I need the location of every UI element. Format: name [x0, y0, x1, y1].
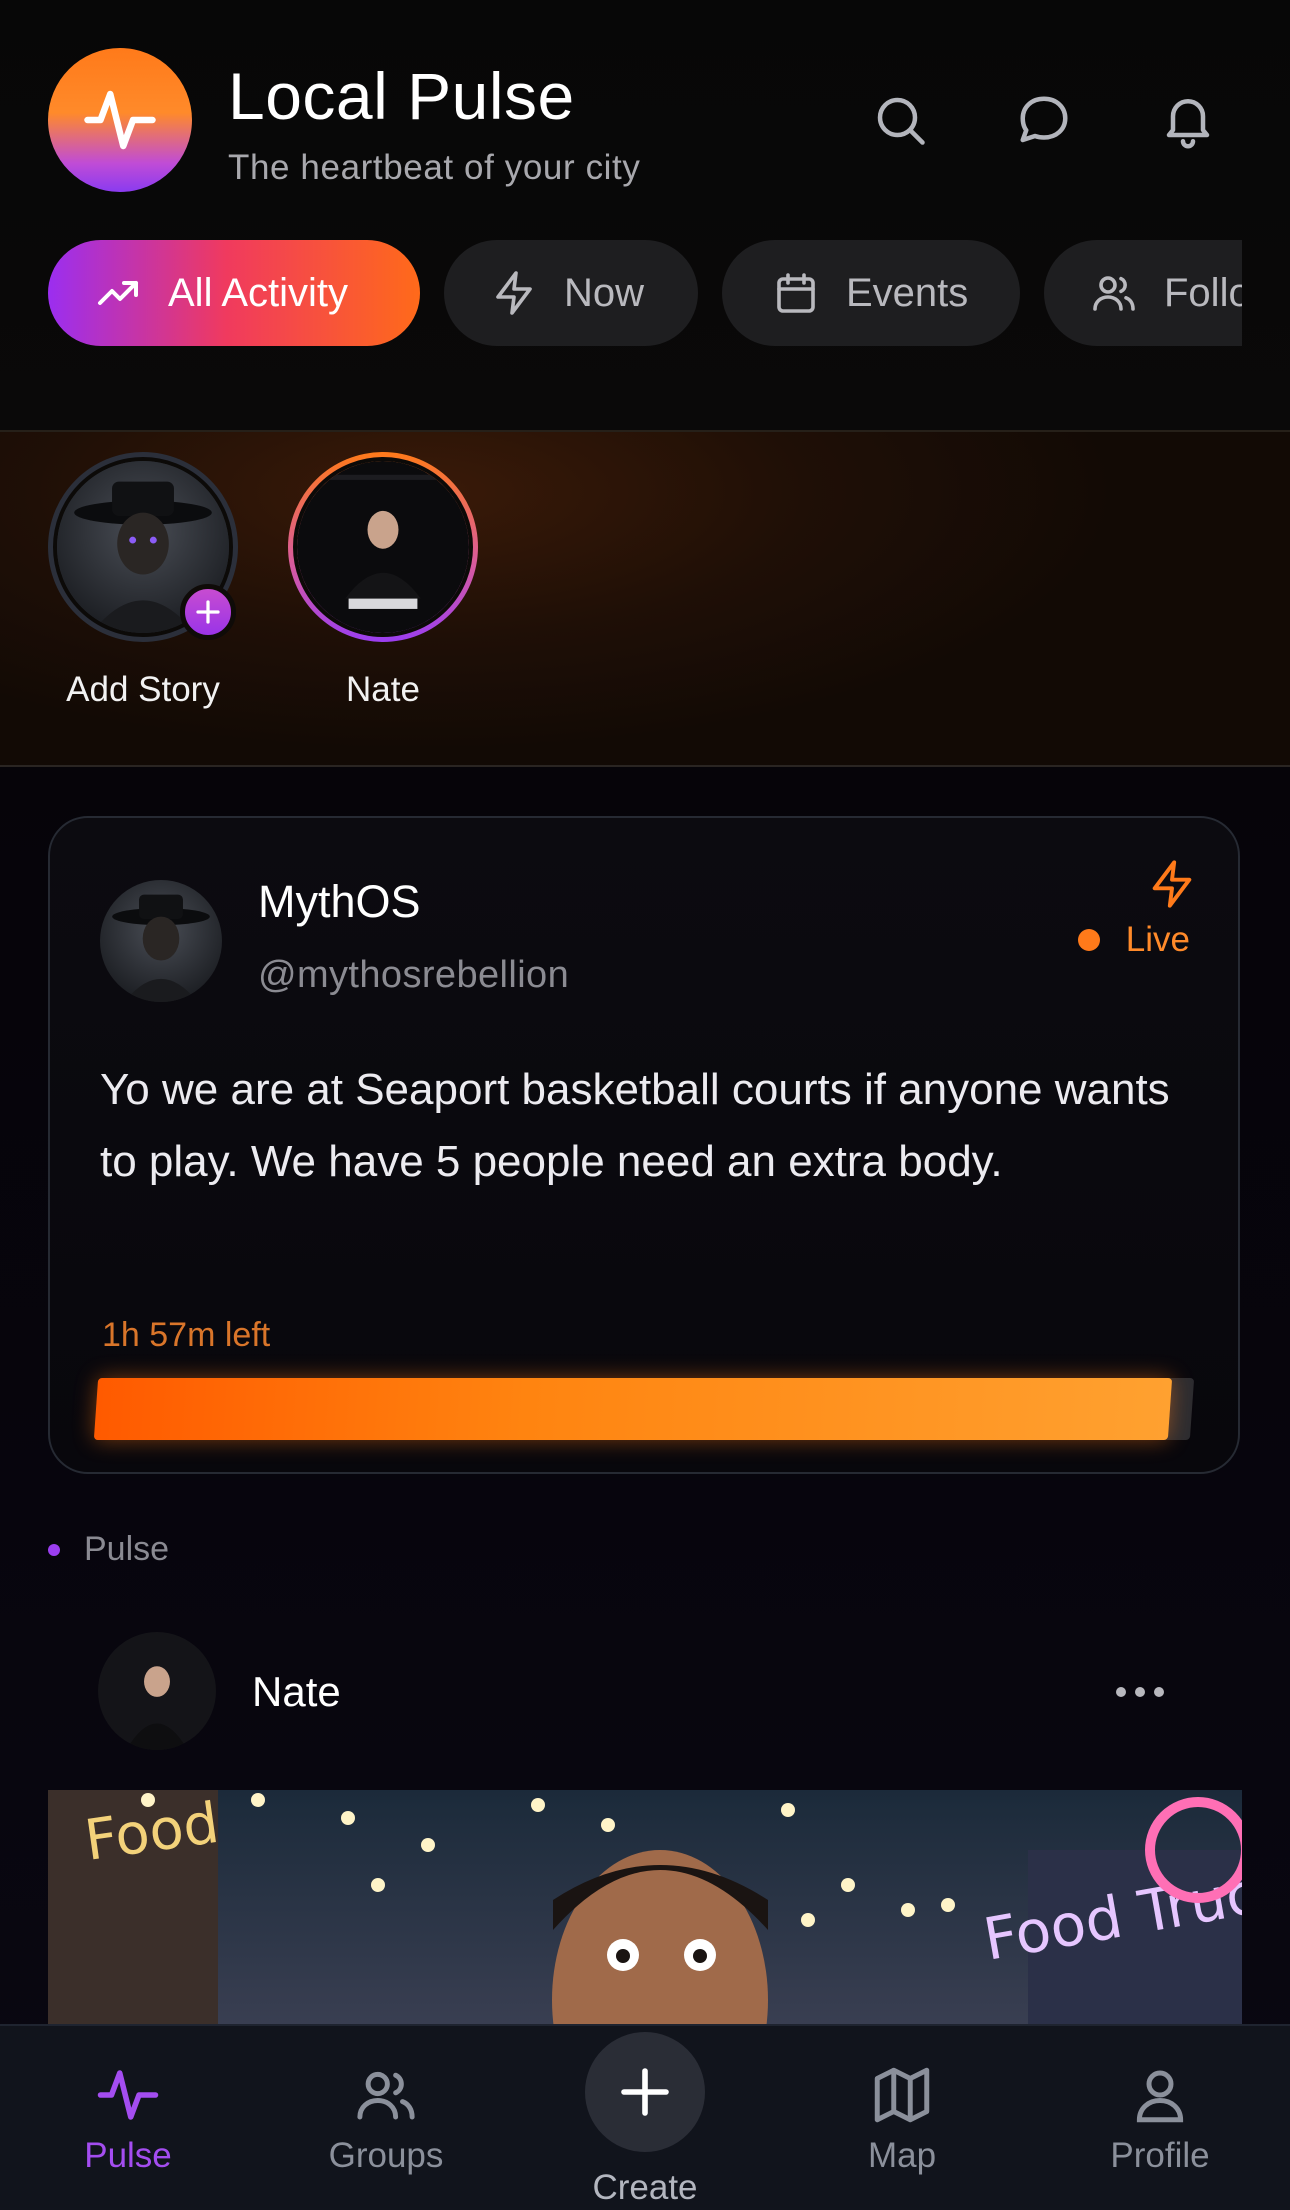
section-header: Pulse — [48, 1530, 169, 1569]
create-button[interactable] — [585, 2032, 705, 2152]
bottom-nav: Pulse Groups Create Map Profile — [0, 2024, 1290, 2210]
nav-label: Map — [867, 2136, 937, 2175]
story-add[interactable]: Add Story — [48, 452, 238, 709]
bell-icon — [1166, 99, 1210, 149]
progress-fill — [93, 1378, 1173, 1440]
tab-all-activity[interactable]: All Activity — [48, 240, 420, 346]
user-icon — [1136, 2070, 1184, 2123]
live-dot-icon — [1077, 929, 1100, 951]
tab-now[interactable]: Now — [444, 240, 698, 346]
search-icon — [877, 97, 925, 145]
tab-label: Events — [846, 270, 969, 315]
live-indicator — [1146, 858, 1198, 915]
calendar-icon — [777, 273, 815, 313]
search-button[interactable] — [864, 84, 936, 156]
author-name[interactable]: Nate — [252, 1668, 341, 1716]
lightning-icon — [496, 271, 532, 315]
app-logo — [48, 48, 192, 192]
map-icon — [874, 2067, 930, 2123]
nav-label: Pulse — [84, 2136, 172, 2175]
story-label: Nate — [346, 670, 420, 709]
tab-label: All Activity — [168, 270, 349, 315]
tab-following[interactable]: Follo — [1044, 240, 1242, 346]
nav-label: Groups — [328, 2136, 444, 2175]
time-progress-bar — [93, 1378, 1195, 1440]
story-nate[interactable]: Nate — [288, 452, 478, 709]
app-title: Local Pulse — [228, 59, 575, 133]
post-image[interactable]: Food Food Truck — [48, 1790, 1242, 2030]
live-status: Live — [1077, 920, 1190, 960]
nav-groups[interactable]: Groups — [276, 2062, 496, 2176]
tab-label: Now — [564, 270, 645, 315]
app-screen: Local Pulse The heartbeat of your city A… — [0, 0, 1290, 2210]
add-story-button[interactable] — [180, 584, 236, 640]
app-subtitle: The heartbeat of your city — [228, 148, 641, 187]
nav-pulse[interactable]: Pulse — [18, 2062, 238, 2176]
trending-up-icon — [98, 281, 138, 305]
more-horizontal-icon — [1116, 1687, 1164, 1697]
lightning-icon — [1152, 860, 1192, 908]
tab-events[interactable]: Events — [722, 240, 1020, 346]
chat-bubble-icon — [1020, 96, 1068, 143]
filter-tabs: All Activity Now Events Follo — [48, 240, 1242, 348]
nav-label: Create — [592, 2168, 698, 2207]
notifications-button[interactable] — [1152, 84, 1224, 156]
author-handle: @mythosrebellion — [258, 954, 570, 996]
avatar[interactable] — [98, 1632, 216, 1750]
story-ring — [288, 452, 478, 642]
messages-button[interactable] — [1008, 84, 1080, 156]
story-label: Add Story — [66, 670, 220, 709]
nav-map[interactable]: Map — [792, 2062, 1012, 2176]
author-name[interactable]: MythOS — [258, 876, 421, 928]
avatar — [293, 457, 473, 637]
dot-icon — [48, 1543, 60, 1556]
pulse-line-icon — [97, 2070, 159, 2120]
post-body: Yo we are at Seaport basketball courts i… — [100, 1065, 1170, 1186]
users-icon — [1093, 276, 1135, 311]
plus-icon — [196, 600, 220, 624]
avatar[interactable] — [100, 880, 222, 1002]
live-post-card[interactable]: MythOS @mythosrebellion Live Yo we are a… — [48, 816, 1240, 1474]
nav-profile[interactable]: Profile — [1050, 2062, 1270, 2176]
status-label: Live — [1125, 920, 1190, 959]
time-remaining: 1h 57m left — [102, 1316, 271, 1354]
nav-label: Profile — [1110, 2136, 1210, 2175]
more-options-button[interactable] — [1100, 1668, 1180, 1716]
pulse-line-icon — [84, 90, 156, 150]
section-label: Pulse — [84, 1530, 170, 1568]
users-icon — [357, 2071, 415, 2120]
tab-label: Follo — [1164, 270, 1242, 315]
plus-icon — [621, 2068, 669, 2116]
